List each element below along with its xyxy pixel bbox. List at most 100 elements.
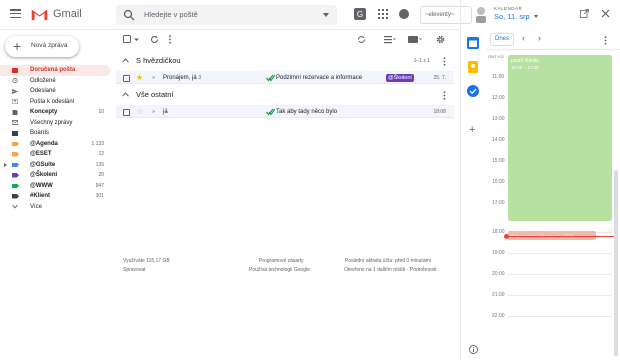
read-receipt-check-icon [266,74,275,82]
sidebar-item-label: Odeslané [30,88,56,94]
section-starred-header[interactable]: S hvězdičkou 1–1 z 1 [116,54,454,68]
compose-button[interactable]: + Nová zpráva [5,36,79,57]
sidebar-item-klient[interactable]: #Klient 301 [0,191,110,202]
clock-icon [12,78,18,83]
gmail-logo-icon[interactable] [31,8,48,21]
hour-label: 17:00 [492,200,505,206]
today-button[interactable]: Dnes [490,33,514,46]
sync-icon[interactable] [357,35,366,44]
chevron-up-icon[interactable] [122,92,129,97]
row-checkbox[interactable] [123,109,130,116]
label-tag-icon [12,152,19,157]
close-icon[interactable] [601,9,610,18]
select-all-checkbox[interactable] [123,35,132,44]
search-icon[interactable] [123,9,135,21]
more-options-icon[interactable] [168,35,172,44]
gmail-app: Gmail Hledejte v poště G ~eleventy~ + No… [0,0,620,360]
sidebar-item-eset[interactable]: @ESET 12 [0,149,110,160]
account-label: ~eleventy~ [425,12,455,18]
grammarly-icon[interactable]: G [354,8,366,20]
hour-label: 12:00 [492,95,505,101]
prev-day-icon[interactable]: ‹ [522,33,525,43]
row-date: 18:08 [433,109,446,115]
more-options-icon[interactable] [443,57,446,66]
next-day-icon[interactable]: › [538,33,541,43]
importance-marker-icon[interactable]: » [152,75,155,81]
row-checkbox[interactable] [123,75,130,82]
hour-label: 14:00 [492,137,505,143]
sidebar-item-snoozed[interactable]: Odložené [0,76,110,87]
apps-grid-icon[interactable] [377,8,389,20]
app-name[interactable]: Gmail [53,8,82,20]
more-options-icon[interactable] [443,91,446,100]
sidebar-item-count: 135 [95,161,104,168]
calendar-event[interactable]: psaní článku 10:00 – 17:35 [508,55,612,221]
plus-icon: + [13,38,22,54]
hour-line [508,274,612,275]
row-date: 25. 7. [433,75,446,81]
date-dropdown-icon[interactable] [534,15,538,18]
importance-marker-icon[interactable]: » [152,109,155,115]
expand-arrow-icon[interactable] [4,163,7,167]
sender-name: já [163,109,168,115]
table-row[interactable]: ☆ » já Tak aby tady něco bylo 18:08 [116,105,454,118]
info-icon[interactable] [469,345,478,354]
search-options-icon[interactable] [323,13,329,17]
row-label-chip[interactable]: @Školení [386,74,414,82]
sidebar-item-inbox[interactable]: Doručená pošta [0,65,110,76]
hour-line [508,295,612,296]
sidebar-item-agenda[interactable]: @Agenda 1 133 [0,139,110,150]
label-tag-icon [12,162,19,167]
chevron-up-icon[interactable] [122,58,129,63]
search-bar[interactable]: Hledejte v poště [116,5,337,25]
program-policies-link[interactable]: Programové zásady [259,257,303,266]
manage-storage-link[interactable]: Spravovat [123,266,146,275]
hour-label: 11:00 [492,74,505,80]
refresh-icon[interactable] [150,35,159,44]
calendar-date[interactable]: So, 11. srp [494,12,530,21]
sidebar-item-gsuite[interactable]: @GSuite 135 [0,160,110,171]
open-in-new-icon[interactable] [580,9,589,18]
section-others-header[interactable]: Vše ostatní [116,88,454,102]
calendar-app-icon[interactable] [467,37,479,49]
input-tools-icon[interactable] [408,35,422,44]
notifications-icon[interactable] [398,8,410,20]
label-tag-icon [12,173,19,178]
calendar-more-icon[interactable] [604,36,607,45]
sidebar-item-www[interactable]: @WWW 947 [0,181,110,192]
main-menu-icon[interactable] [10,9,21,19]
hour-label: 18:00 [492,229,505,235]
settings-gear-icon[interactable] [436,35,445,44]
search-input[interactable]: Hledejte v poště [144,10,198,19]
hour-label: 16:00 [492,179,505,185]
sidebar-item-label: @Agenda [30,140,58,147]
select-menu-icon[interactable] [134,35,139,44]
sidebar-item-boards[interactable]: Boards [0,128,110,139]
hour-line [508,253,612,254]
sidebar-item-count: 947 [95,182,104,189]
chevron-down-icon [12,204,18,209]
sidebar-item-drafts[interactable]: Koncepty 10 [0,107,110,118]
read-receipt-check-icon [266,108,275,116]
calendar-scrollbar[interactable] [614,170,618,356]
sidebar-item-more[interactable]: Více [0,202,110,213]
sidebar-item-skoleni[interactable]: @Školení 20 [0,170,110,181]
sidebar-item-label: @ESET [30,151,52,157]
sidebar-item-count: 301 [95,193,104,199]
sidebar-item-count: 20 [98,172,104,178]
split-pane-icon[interactable] [384,35,396,44]
add-addon-icon[interactable]: + [469,125,475,136]
sidebar-item-sent[interactable]: Odeslané [0,86,110,97]
hour-label: 21:00 [492,292,505,298]
star-outline-icon[interactable]: ☆ [136,107,143,117]
activity-details-link[interactable]: Otevřeno na 1 dalším místě · Podrobnosti [344,266,437,275]
table-row[interactable]: ★ » Pronájem, já 3 Podzimní rezervace a … [116,71,454,84]
tasks-app-icon[interactable] [467,85,479,97]
sidebar-item-label: Odložené [30,77,56,84]
sidebar-item-outbox[interactable]: Pošta k odeslání [0,97,110,108]
sidebar-nav: Doručená pošta Odložené Odeslané Pošta k… [0,65,110,212]
star-filled-icon[interactable]: ★ [136,73,143,83]
keep-app-icon[interactable] [467,61,479,73]
sidebar-item-label: Koncepty [30,109,58,115]
sidebar-item-all-mail[interactable]: Všechny zprávy [0,118,110,129]
